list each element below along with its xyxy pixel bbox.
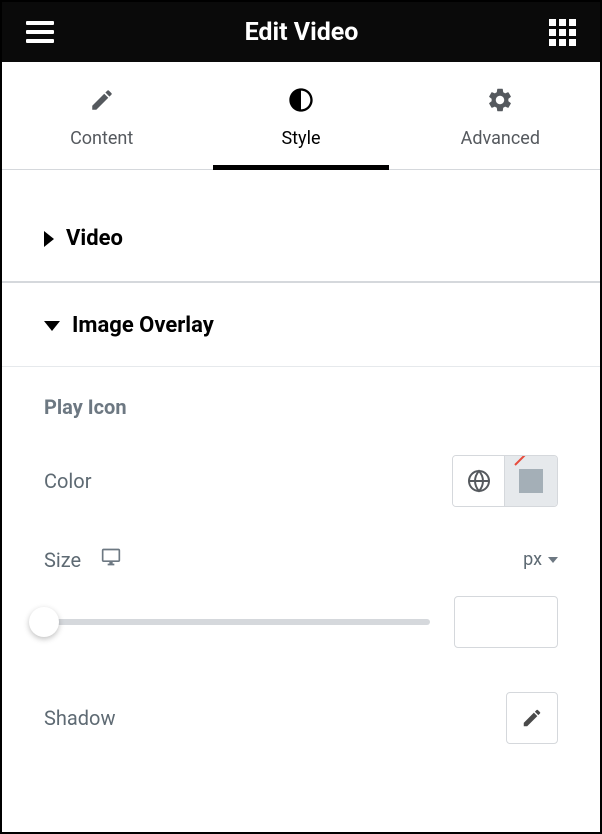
desktop-icon[interactable] — [99, 547, 123, 572]
section-image-overlay-body: Play Icon Color Size — [2, 367, 600, 744]
size-control-row: Size px — [44, 547, 558, 572]
tab-advanced[interactable]: Advanced — [401, 62, 600, 169]
section-video-header[interactable]: Video — [2, 170, 600, 283]
section-image-overlay-header[interactable]: Image Overlay — [2, 283, 600, 367]
apps-grid-icon[interactable] — [549, 19, 576, 46]
unit-label: px — [523, 549, 542, 570]
size-slider-row — [44, 596, 558, 648]
section-image-overlay-title: Image Overlay — [72, 313, 214, 338]
size-label: Size — [44, 547, 123, 572]
color-control-row: Color — [44, 455, 558, 507]
global-color-button[interactable] — [453, 456, 505, 506]
shadow-label: Shadow — [44, 706, 115, 730]
tab-style[interactable]: Style — [201, 62, 400, 169]
color-label: Color — [44, 469, 91, 493]
tab-advanced-label: Advanced — [461, 128, 540, 149]
unit-selector[interactable]: px — [523, 549, 558, 570]
chevron-down-icon — [44, 321, 60, 331]
menu-icon[interactable] — [26, 21, 54, 43]
globe-icon — [467, 469, 491, 493]
color-swatch — [519, 469, 543, 493]
slider-thumb[interactable] — [29, 607, 59, 637]
section-video-title: Video — [66, 226, 123, 251]
chevron-right-icon — [44, 231, 54, 247]
shadow-control-row: Shadow — [44, 692, 558, 744]
color-controls — [452, 455, 558, 507]
size-slider[interactable] — [44, 619, 430, 625]
no-color-slash-icon — [514, 455, 547, 466]
tab-content-label: Content — [70, 128, 133, 149]
contrast-icon — [287, 86, 315, 114]
panel-title: Edit Video — [245, 18, 359, 47]
size-input[interactable] — [454, 596, 558, 648]
gear-icon — [486, 86, 514, 114]
chevron-down-icon — [548, 557, 558, 563]
color-swatch-button[interactable] — [505, 456, 557, 506]
tab-content[interactable]: Content — [2, 62, 201, 169]
play-icon-heading: Play Icon — [44, 395, 558, 419]
tab-style-label: Style — [281, 128, 320, 149]
shadow-edit-button[interactable] — [506, 692, 558, 744]
pencil-icon — [89, 86, 115, 114]
panel-header: Edit Video — [2, 2, 600, 62]
tab-bar: Content Style Advanced — [2, 62, 600, 170]
pencil-icon — [521, 707, 543, 729]
